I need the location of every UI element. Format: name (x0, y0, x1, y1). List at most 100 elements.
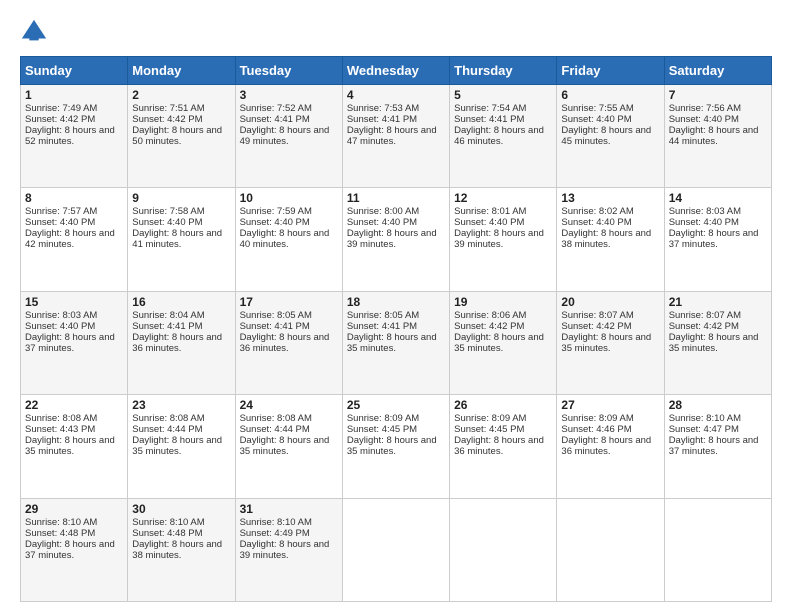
sunrise: Sunrise: 8:08 AM (240, 413, 312, 424)
daylight: Daylight: 8 hours and 35 minutes. (669, 332, 759, 354)
daylight: Daylight: 8 hours and 38 minutes. (561, 228, 651, 250)
weekday-header: Wednesday (342, 57, 449, 85)
daylight: Daylight: 8 hours and 36 minutes. (240, 332, 330, 354)
sunset: Sunset: 4:49 PM (240, 528, 310, 539)
day-number: 3 (240, 88, 338, 102)
daylight: Daylight: 8 hours and 35 minutes. (561, 332, 651, 354)
calendar-cell: 28Sunrise: 8:10 AMSunset: 4:47 PMDayligh… (664, 395, 771, 498)
sunset: Sunset: 4:42 PM (561, 321, 631, 332)
calendar-cell: 9Sunrise: 7:58 AMSunset: 4:40 PMDaylight… (128, 188, 235, 291)
calendar-cell: 30Sunrise: 8:10 AMSunset: 4:48 PMDayligh… (128, 498, 235, 601)
day-number: 30 (132, 502, 230, 516)
daylight: Daylight: 8 hours and 39 minutes. (240, 539, 330, 561)
sunset: Sunset: 4:42 PM (669, 321, 739, 332)
daylight: Daylight: 8 hours and 37 minutes. (669, 435, 759, 457)
sunset: Sunset: 4:40 PM (669, 217, 739, 228)
sunrise: Sunrise: 8:10 AM (240, 517, 312, 528)
sunset: Sunset: 4:41 PM (240, 321, 310, 332)
daylight: Daylight: 8 hours and 36 minutes. (132, 332, 222, 354)
sunrise: Sunrise: 7:57 AM (25, 206, 97, 217)
sunset: Sunset: 4:46 PM (561, 424, 631, 435)
sunrise: Sunrise: 8:08 AM (132, 413, 204, 424)
day-number: 7 (669, 88, 767, 102)
calendar-cell: 26Sunrise: 8:09 AMSunset: 4:45 PMDayligh… (450, 395, 557, 498)
logo (20, 18, 52, 46)
calendar-cell: 7Sunrise: 7:56 AMSunset: 4:40 PMDaylight… (664, 85, 771, 188)
sunrise: Sunrise: 8:06 AM (454, 310, 526, 321)
sunset: Sunset: 4:42 PM (454, 321, 524, 332)
day-number: 25 (347, 398, 445, 412)
sunset: Sunset: 4:40 PM (454, 217, 524, 228)
calendar-week-row: 15Sunrise: 8:03 AMSunset: 4:40 PMDayligh… (21, 291, 772, 394)
day-number: 6 (561, 88, 659, 102)
calendar-cell: 12Sunrise: 8:01 AMSunset: 4:40 PMDayligh… (450, 188, 557, 291)
daylight: Daylight: 8 hours and 47 minutes. (347, 125, 437, 147)
sunrise: Sunrise: 8:05 AM (347, 310, 419, 321)
daylight: Daylight: 8 hours and 36 minutes. (454, 435, 544, 457)
day-number: 27 (561, 398, 659, 412)
daylight: Daylight: 8 hours and 35 minutes. (347, 332, 437, 354)
day-number: 16 (132, 295, 230, 309)
day-number: 29 (25, 502, 123, 516)
sunrise: Sunrise: 8:03 AM (25, 310, 97, 321)
calendar-cell (664, 498, 771, 601)
daylight: Daylight: 8 hours and 37 minutes. (25, 539, 115, 561)
sunrise: Sunrise: 7:53 AM (347, 103, 419, 114)
sunrise: Sunrise: 8:10 AM (25, 517, 97, 528)
calendar-cell: 17Sunrise: 8:05 AMSunset: 4:41 PMDayligh… (235, 291, 342, 394)
day-number: 31 (240, 502, 338, 516)
sunset: Sunset: 4:41 PM (132, 321, 202, 332)
calendar-cell: 23Sunrise: 8:08 AMSunset: 4:44 PMDayligh… (128, 395, 235, 498)
calendar-cell: 10Sunrise: 7:59 AMSunset: 4:40 PMDayligh… (235, 188, 342, 291)
sunrise: Sunrise: 7:56 AM (669, 103, 741, 114)
sunset: Sunset: 4:41 PM (240, 114, 310, 125)
calendar-cell: 18Sunrise: 8:05 AMSunset: 4:41 PMDayligh… (342, 291, 449, 394)
sunrise: Sunrise: 7:59 AM (240, 206, 312, 217)
daylight: Daylight: 8 hours and 44 minutes. (669, 125, 759, 147)
day-number: 22 (25, 398, 123, 412)
calendar-week-row: 22Sunrise: 8:08 AMSunset: 4:43 PMDayligh… (21, 395, 772, 498)
sunrise: Sunrise: 7:54 AM (454, 103, 526, 114)
sunrise: Sunrise: 8:00 AM (347, 206, 419, 217)
daylight: Daylight: 8 hours and 50 minutes. (132, 125, 222, 147)
calendar-cell: 19Sunrise: 8:06 AMSunset: 4:42 PMDayligh… (450, 291, 557, 394)
day-number: 19 (454, 295, 552, 309)
weekday-header: Sunday (21, 57, 128, 85)
sunset: Sunset: 4:45 PM (454, 424, 524, 435)
daylight: Daylight: 8 hours and 35 minutes. (347, 435, 437, 457)
daylight: Daylight: 8 hours and 38 minutes. (132, 539, 222, 561)
daylight: Daylight: 8 hours and 39 minutes. (454, 228, 544, 250)
day-number: 11 (347, 191, 445, 205)
calendar-cell: 3Sunrise: 7:52 AMSunset: 4:41 PMDaylight… (235, 85, 342, 188)
sunrise: Sunrise: 7:55 AM (561, 103, 633, 114)
day-number: 26 (454, 398, 552, 412)
sunset: Sunset: 4:41 PM (347, 321, 417, 332)
daylight: Daylight: 8 hours and 36 minutes. (561, 435, 651, 457)
calendar-cell (557, 498, 664, 601)
daylight: Daylight: 8 hours and 45 minutes. (561, 125, 651, 147)
day-number: 17 (240, 295, 338, 309)
sunset: Sunset: 4:47 PM (669, 424, 739, 435)
sunset: Sunset: 4:48 PM (25, 528, 95, 539)
calendar-cell: 11Sunrise: 8:00 AMSunset: 4:40 PMDayligh… (342, 188, 449, 291)
sunset: Sunset: 4:44 PM (132, 424, 202, 435)
calendar-cell: 2Sunrise: 7:51 AMSunset: 4:42 PMDaylight… (128, 85, 235, 188)
calendar-cell (342, 498, 449, 601)
daylight: Daylight: 8 hours and 39 minutes. (347, 228, 437, 250)
day-number: 1 (25, 88, 123, 102)
sunrise: Sunrise: 8:07 AM (669, 310, 741, 321)
day-number: 23 (132, 398, 230, 412)
calendar-cell: 29Sunrise: 8:10 AMSunset: 4:48 PMDayligh… (21, 498, 128, 601)
sunrise: Sunrise: 7:49 AM (25, 103, 97, 114)
sunrise: Sunrise: 8:09 AM (454, 413, 526, 424)
weekday-header: Friday (557, 57, 664, 85)
weekday-header-row: SundayMondayTuesdayWednesdayThursdayFrid… (21, 57, 772, 85)
calendar-cell: 22Sunrise: 8:08 AMSunset: 4:43 PMDayligh… (21, 395, 128, 498)
sunrise: Sunrise: 8:07 AM (561, 310, 633, 321)
logo-icon (20, 18, 48, 46)
sunset: Sunset: 4:45 PM (347, 424, 417, 435)
daylight: Daylight: 8 hours and 49 minutes. (240, 125, 330, 147)
calendar-cell: 24Sunrise: 8:08 AMSunset: 4:44 PMDayligh… (235, 395, 342, 498)
calendar-week-row: 1Sunrise: 7:49 AMSunset: 4:42 PMDaylight… (21, 85, 772, 188)
day-number: 14 (669, 191, 767, 205)
